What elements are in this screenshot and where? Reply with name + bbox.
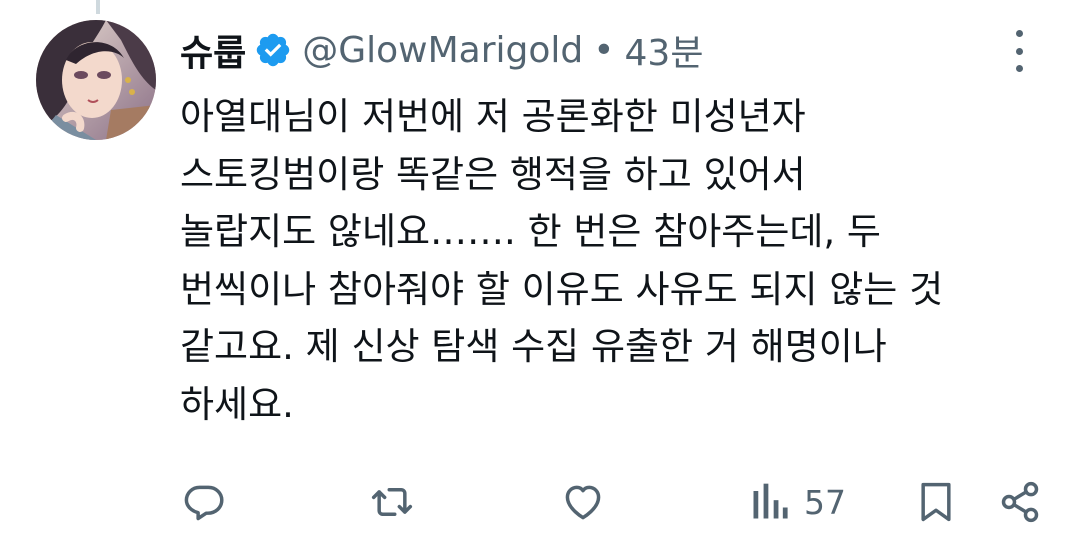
separator-dot: • (593, 29, 615, 71)
retweet-button[interactable] (368, 470, 416, 534)
bookmark-button[interactable] (916, 470, 956, 534)
share-icon (1001, 481, 1039, 523)
timestamp[interactable]: 43분 (625, 24, 704, 76)
avatar[interactable] (36, 20, 156, 140)
thread-connector-line (96, 0, 100, 14)
views-button[interactable]: 57 (750, 470, 846, 534)
retweet-icon (371, 487, 413, 517)
like-button[interactable] (561, 470, 605, 534)
tweet-actions-bar: 57 (0, 470, 1080, 534)
display-name[interactable]: 슈룹 (180, 24, 246, 76)
views-count: 57 (804, 482, 846, 522)
user-handle[interactable]: @GlowMarigold (302, 30, 583, 71)
reply-icon (184, 485, 224, 521)
verified-badge-icon (254, 31, 292, 69)
tweet-header: 슈룹 @GlowMarigold • 43분 (180, 22, 703, 78)
share-button[interactable] (998, 470, 1042, 534)
more-icon[interactable] (1004, 30, 1034, 72)
views-icon (753, 483, 788, 519)
like-icon (565, 485, 601, 520)
tweet-text: 아열대님이 저번에 저 공론화한 미성년자 스토킹범이랑 똑같은 행적을 하고 … (180, 95, 944, 426)
bookmark-icon (921, 482, 951, 522)
reply-button[interactable] (182, 470, 226, 534)
avatar-image (36, 20, 156, 140)
